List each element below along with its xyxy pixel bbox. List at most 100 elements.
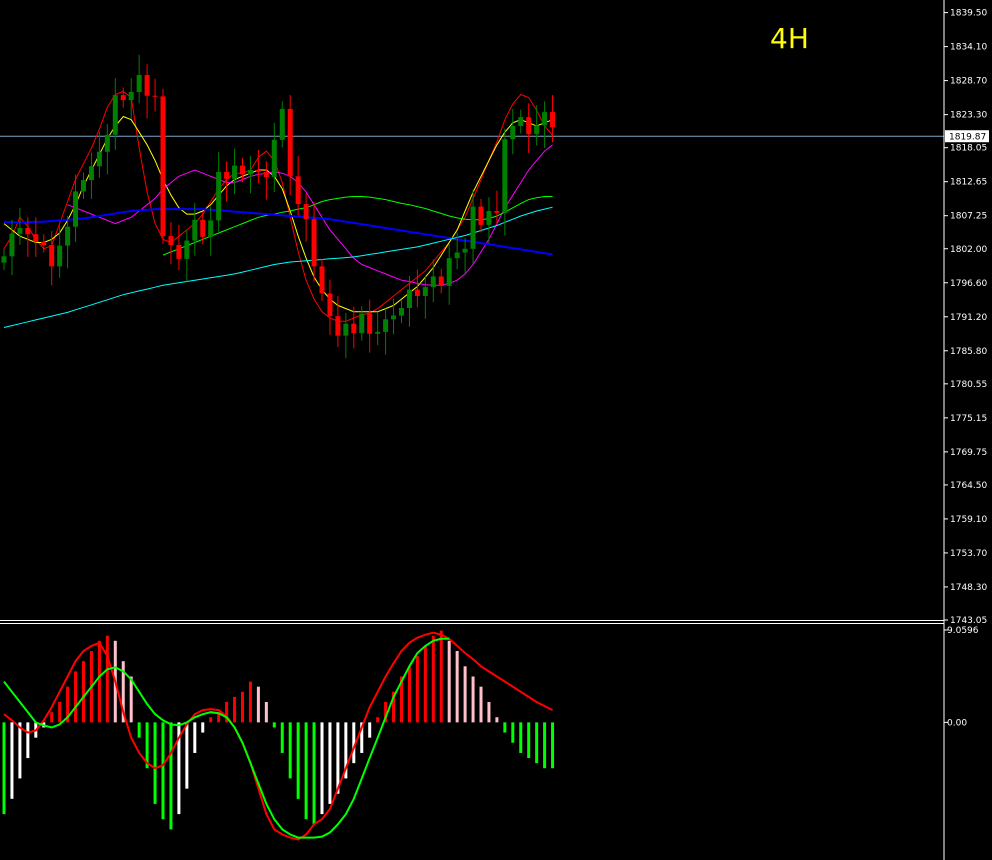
macd-histogram-bar	[551, 722, 555, 769]
candle	[279, 108, 285, 140]
macd-panel[interactable]	[2, 630, 555, 841]
macd-histogram-bar	[74, 671, 78, 723]
candle	[287, 108, 293, 177]
macd-histogram-bar	[82, 661, 85, 723]
y-tick-label: 1828.70	[950, 77, 987, 87]
candle	[33, 234, 39, 242]
candle	[383, 319, 389, 332]
candle	[430, 276, 436, 288]
macd-histogram-bar	[10, 722, 14, 799]
candle	[168, 236, 174, 245]
macd-histogram-bar	[241, 691, 244, 723]
macd-histogram-bar	[248, 681, 252, 723]
candle	[104, 134, 110, 152]
macd-histogram-bar	[185, 722, 189, 789]
macd-histogram-bar	[296, 722, 300, 799]
macd-histogram-bar	[423, 645, 427, 723]
candle	[502, 139, 508, 213]
price-panel[interactable]	[0, 54, 944, 359]
macd-histogram-bar	[527, 722, 531, 759]
candle	[359, 313, 365, 334]
candle	[375, 331, 381, 334]
candle	[327, 293, 333, 317]
y-tick-label: 1823.30	[950, 111, 987, 121]
macd-histogram-bar	[543, 722, 547, 769]
macd-histogram-bar	[97, 640, 101, 723]
y-tick-label: 1753.70	[950, 549, 987, 559]
macd-histogram-bar	[304, 722, 308, 820]
macd-histogram-bar	[463, 666, 467, 723]
candle	[192, 219, 198, 241]
macd-histogram-bar	[368, 722, 372, 738]
candle	[550, 112, 556, 128]
macd-histogram-bar	[312, 722, 316, 825]
trading-chart[interactable]: 1839.50 1834.10 1828.70 1823.30 1818.05 1812.…	[0, 0, 992, 860]
macd-tick-label: 9.0596	[947, 626, 979, 636]
macd-histogram-bar	[129, 676, 133, 723]
y-tick-label: 1759.10	[950, 515, 987, 525]
candle	[41, 241, 47, 245]
macd-histogram-bar	[495, 717, 499, 723]
y-tick-label: 1791.20	[950, 313, 987, 323]
macd-histogram-bar	[161, 722, 165, 820]
moving-average-line	[3, 90, 553, 322]
macd-histogram-bar	[256, 686, 260, 723]
candle	[494, 210, 500, 213]
macd-histogram-bar	[50, 712, 54, 723]
macd-histogram-bar	[105, 635, 109, 723]
candle	[88, 166, 94, 181]
candle	[128, 91, 134, 101]
macd-histogram-bar	[407, 666, 411, 723]
candle	[112, 95, 118, 135]
candle	[303, 204, 309, 220]
y-tick-label: 1796.60	[950, 279, 987, 289]
candle	[120, 95, 126, 101]
candle	[81, 180, 86, 192]
candle	[65, 226, 71, 246]
candle	[319, 266, 325, 294]
candle	[57, 245, 63, 267]
candle	[446, 258, 452, 286]
y-tick-label: 1780.55	[950, 380, 987, 390]
macd-histogram-bar	[439, 630, 443, 723]
candle	[414, 289, 420, 296]
y-tick-label: 1769.75	[950, 448, 987, 458]
candle	[454, 252, 460, 259]
y-tick-label: 1834.10	[950, 43, 987, 53]
candle	[152, 95, 158, 97]
candle	[136, 74, 142, 92]
macd-histogram-bar	[26, 722, 30, 759]
current-price-label: 1819.87	[949, 133, 986, 143]
macd-histogram-bar	[471, 676, 475, 723]
y-tick-label: 1812.65	[950, 178, 987, 188]
candle	[49, 244, 55, 267]
macd-histogram-bar	[272, 722, 276, 728]
macd-histogram-bar	[2, 722, 6, 815]
macd-histogram-bar	[18, 722, 22, 779]
candle	[1, 256, 7, 263]
candle	[438, 276, 444, 286]
candle	[176, 244, 182, 259]
macd-histogram-bar	[511, 722, 515, 743]
candle	[25, 227, 31, 235]
candle	[406, 289, 412, 308]
macd-histogram-bar	[328, 722, 332, 804]
candle	[247, 170, 253, 175]
candle	[224, 171, 230, 179]
candle	[255, 170, 261, 172]
macd-line	[3, 631, 554, 841]
y-tick-label: 1748.30	[950, 583, 987, 593]
macd-histogram-bar	[447, 640, 451, 723]
timeframe-label: 4H	[770, 22, 809, 55]
candle	[216, 171, 222, 221]
macd-histogram-bar	[487, 701, 491, 723]
y-tick-label: 1818.05	[950, 144, 987, 154]
candle	[422, 287, 428, 296]
moving-average-line	[162, 196, 553, 256]
macd-histogram-bar	[169, 722, 173, 830]
candle	[478, 206, 484, 225]
candle	[526, 117, 532, 135]
macd-histogram-bar	[503, 722, 507, 733]
candle	[96, 151, 102, 167]
candle	[391, 315, 397, 320]
